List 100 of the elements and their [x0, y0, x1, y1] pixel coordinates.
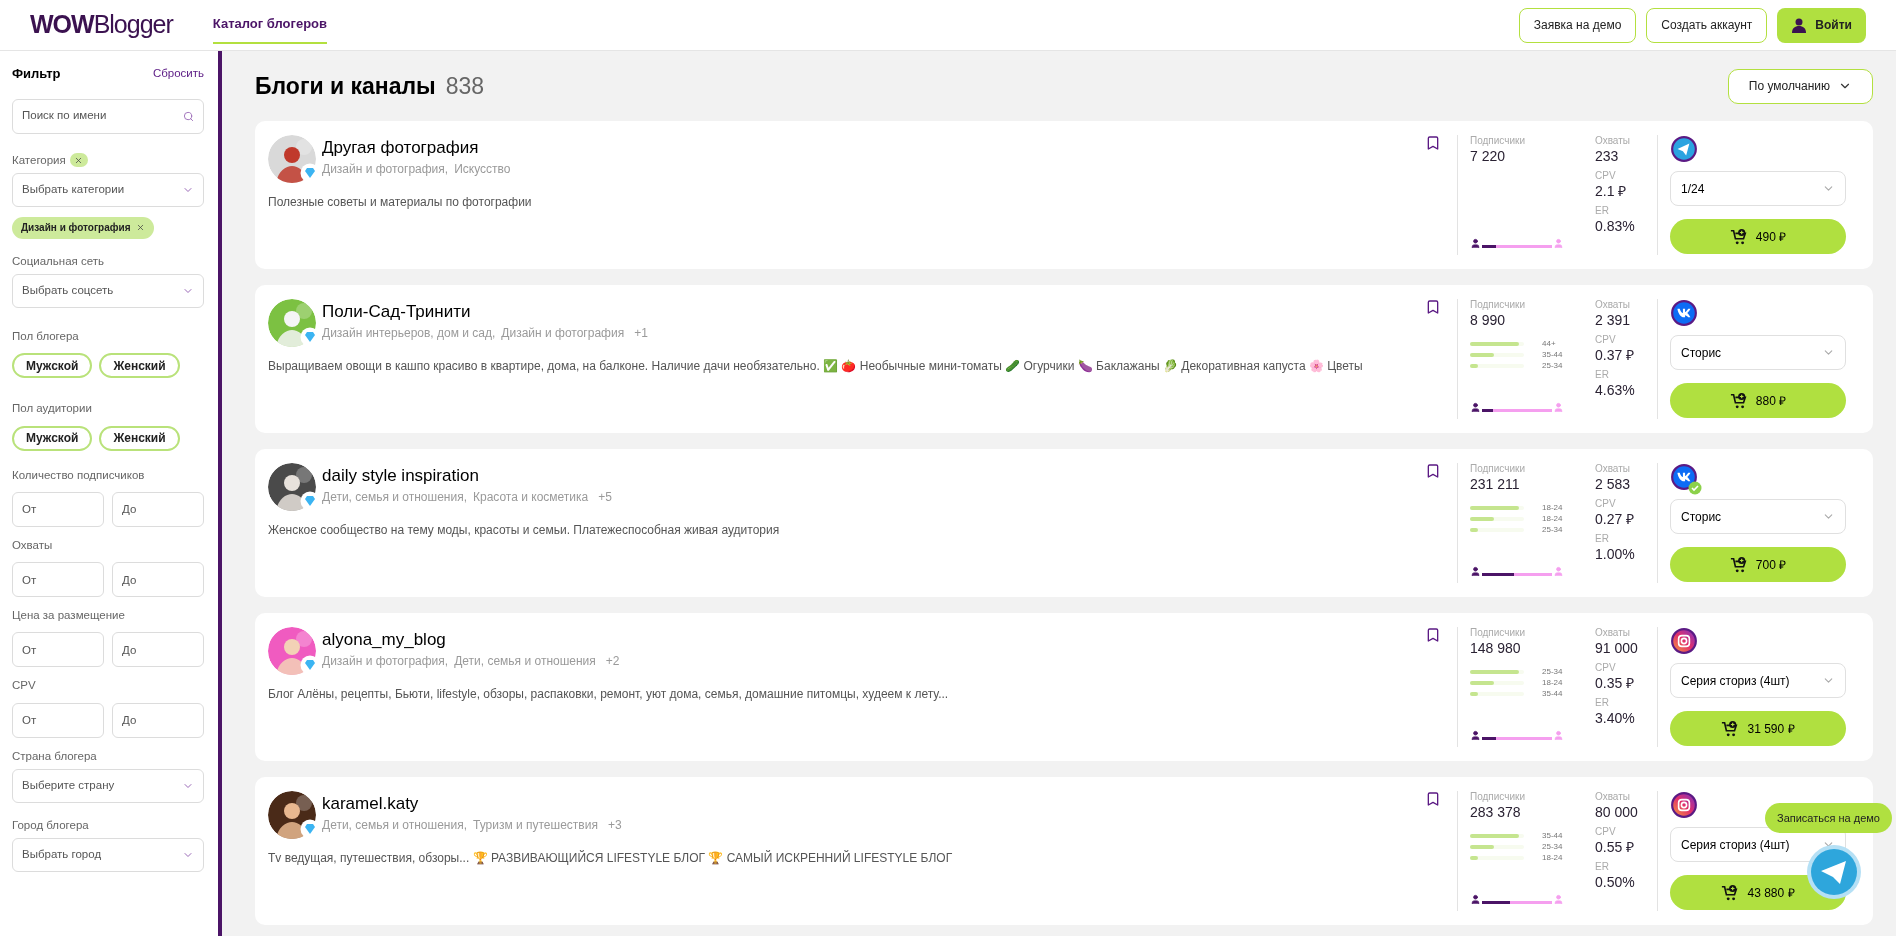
category-chip[interactable]: Дизайн и фотография — [12, 216, 155, 239]
order-button[interactable]: 880 ₽ — [1670, 383, 1846, 418]
age-label: 25-34 — [1542, 361, 1563, 370]
header-button[interactable]: Создать аккаунт — [1646, 7, 1768, 43]
category-label: Дети, семья и отношения, — [322, 489, 467, 506]
category-label: Искусство — [454, 161, 511, 178]
format-select[interactable]: 1/24 — [1670, 171, 1846, 206]
female-icon — [1553, 730, 1564, 741]
filter-label: Социальная сеть — [12, 253, 104, 269]
bookmark-button[interactable] — [1425, 299, 1441, 315]
stat-label: CPV — [1595, 662, 1617, 674]
logo[interactable]: WOWBlogger — [30, 6, 173, 44]
demo-signup-tooltip[interactable]: Записаться на демо — [1765, 803, 1892, 833]
stat-label: ER — [1595, 861, 1610, 873]
blog-description: Выращиваем овощи в кашпо красиво в квартире, дома, на балконе. Наличие дачи необязательно. ✅ 🍅 Необычные мини-томаты 🥒 Огурчики 🍆 Баклажаны 🥬 Декоративная капуста 🌸 Цветы — [268, 358, 1364, 375]
blogger-name[interactable]: karamel.katy — [322, 792, 622, 816]
blogger-name[interactable]: Другая фотография — [322, 136, 511, 160]
cart-icon — [1729, 227, 1748, 246]
input-field[interactable]: До — [112, 632, 204, 668]
bookmark-button[interactable] — [1425, 463, 1441, 479]
stat-value: 7 220 — [1470, 147, 1507, 165]
close-icon — [136, 223, 146, 233]
filter-label: Страна блогера — [12, 748, 97, 764]
stat-value: 2.1 ₽ — [1595, 182, 1628, 200]
sort-select[interactable]: По умолчанию — [1727, 68, 1873, 104]
header-button[interactable]: Заявка на демо — [1518, 7, 1637, 43]
category-label: Красота и косметика — [473, 489, 589, 506]
cart-icon — [1729, 555, 1748, 574]
nav-tab[interactable]: Каталог блогеров — [212, 6, 328, 44]
stat-label: Подписчики — [1470, 627, 1526, 639]
stat-label: Подписчики — [1470, 791, 1526, 803]
stat-label: Охваты — [1595, 299, 1631, 311]
blogger-name[interactable]: daily style inspiration — [322, 464, 612, 488]
stat-value: 0.35 ₽ — [1595, 674, 1636, 692]
stat-label: ER — [1595, 697, 1610, 709]
input-field[interactable]: От — [12, 562, 104, 597]
order-button[interactable]: 700 ₽ — [1670, 547, 1846, 582]
format-select[interactable]: Серия сториз (4шт) — [1670, 663, 1846, 698]
category-label: Дизайн и фотография, — [322, 161, 449, 178]
gender-toggle[interactable]: Женский — [99, 353, 180, 379]
search-input[interactable]: Поиск по имени — [22, 107, 183, 125]
input-field[interactable]: От — [12, 702, 104, 738]
stat-label: Подписчики — [1470, 299, 1526, 311]
category-label: Дизайн и фотография, — [322, 653, 449, 670]
age-label: 25-34 — [1542, 667, 1563, 676]
gender-toggle[interactable]: Женский — [99, 425, 180, 451]
login-button[interactable]: Войти — [1777, 7, 1866, 43]
gender-toggle[interactable]: Мужской — [12, 353, 93, 379]
select-field[interactable]: Выбрать город — [12, 838, 204, 872]
input-field[interactable]: До — [112, 562, 204, 597]
input-field[interactable]: До — [112, 491, 204, 527]
filter-label: Охваты — [12, 537, 53, 553]
filter-label: CPV — [12, 678, 36, 694]
stat-label: Подписчики — [1470, 135, 1526, 147]
stat-value: 4.63% — [1595, 381, 1635, 399]
format-select[interactable]: Сторис — [1670, 499, 1846, 534]
bookmark-button[interactable] — [1425, 627, 1441, 643]
select-field[interactable]: Выберите страну — [12, 768, 204, 803]
search-field[interactable]: Поиск по имени — [12, 98, 204, 134]
age-label: 44+ — [1542, 339, 1556, 348]
blogger-name[interactable]: alyona_my_blog — [322, 628, 620, 652]
more-count: +1 — [634, 325, 648, 342]
stat-value: 0.55 ₽ — [1595, 838, 1636, 856]
female-icon — [1553, 566, 1564, 577]
stat-label: ER — [1595, 205, 1610, 217]
age-label: 35-44 — [1542, 689, 1563, 698]
filter-label: Цена за размещение — [12, 608, 125, 623]
chat-launcher-tooltip[interactable] — [1806, 844, 1862, 900]
more-count: +5 — [598, 489, 612, 506]
input-field[interactable]: От — [12, 632, 104, 668]
filter-label: Категория — [12, 152, 66, 168]
select-field[interactable]: Выбрать соцсеть — [12, 274, 204, 308]
reset-link[interactable]: Сбросить — [152, 65, 204, 83]
bookmark-button[interactable] — [1425, 135, 1441, 151]
age-label: 35-44 — [1542, 831, 1563, 840]
category-label: Туризм и путешествия — [473, 817, 598, 834]
age-label: 25-34 — [1542, 842, 1563, 851]
stat-label: Охваты — [1595, 791, 1631, 803]
stat-label: ER — [1595, 533, 1610, 545]
age-label: 25-34 — [1542, 525, 1563, 534]
blogger-name[interactable]: Поли-Сад-Тринити — [322, 300, 648, 324]
vk-logo-icon — [1670, 463, 1698, 491]
order-button[interactable]: 490 ₽ — [1670, 219, 1846, 254]
close-icon — [74, 155, 84, 165]
age-label: 18-24 — [1542, 678, 1563, 687]
order-button[interactable]: 31 590 ₽ — [1670, 711, 1846, 746]
stat-value: 0.27 ₽ — [1595, 510, 1635, 528]
bookmark-button[interactable] — [1425, 791, 1441, 807]
stat-value: 1.00% — [1595, 545, 1635, 563]
search-icon — [183, 110, 194, 122]
blog-description: Полезные советы и материалы по фотографии — [268, 194, 533, 211]
select-field[interactable]: Выбрать категории — [12, 172, 204, 207]
stat-label: Охваты — [1595, 463, 1631, 475]
stat-value: 91 000 — [1595, 639, 1638, 657]
input-field[interactable]: До — [112, 702, 204, 738]
female-icon — [1553, 238, 1564, 249]
gender-toggle[interactable]: Мужской — [12, 425, 93, 451]
clear-button[interactable] — [69, 153, 88, 168]
input-field[interactable]: От — [12, 491, 104, 527]
format-select[interactable]: Сторис — [1670, 335, 1846, 370]
